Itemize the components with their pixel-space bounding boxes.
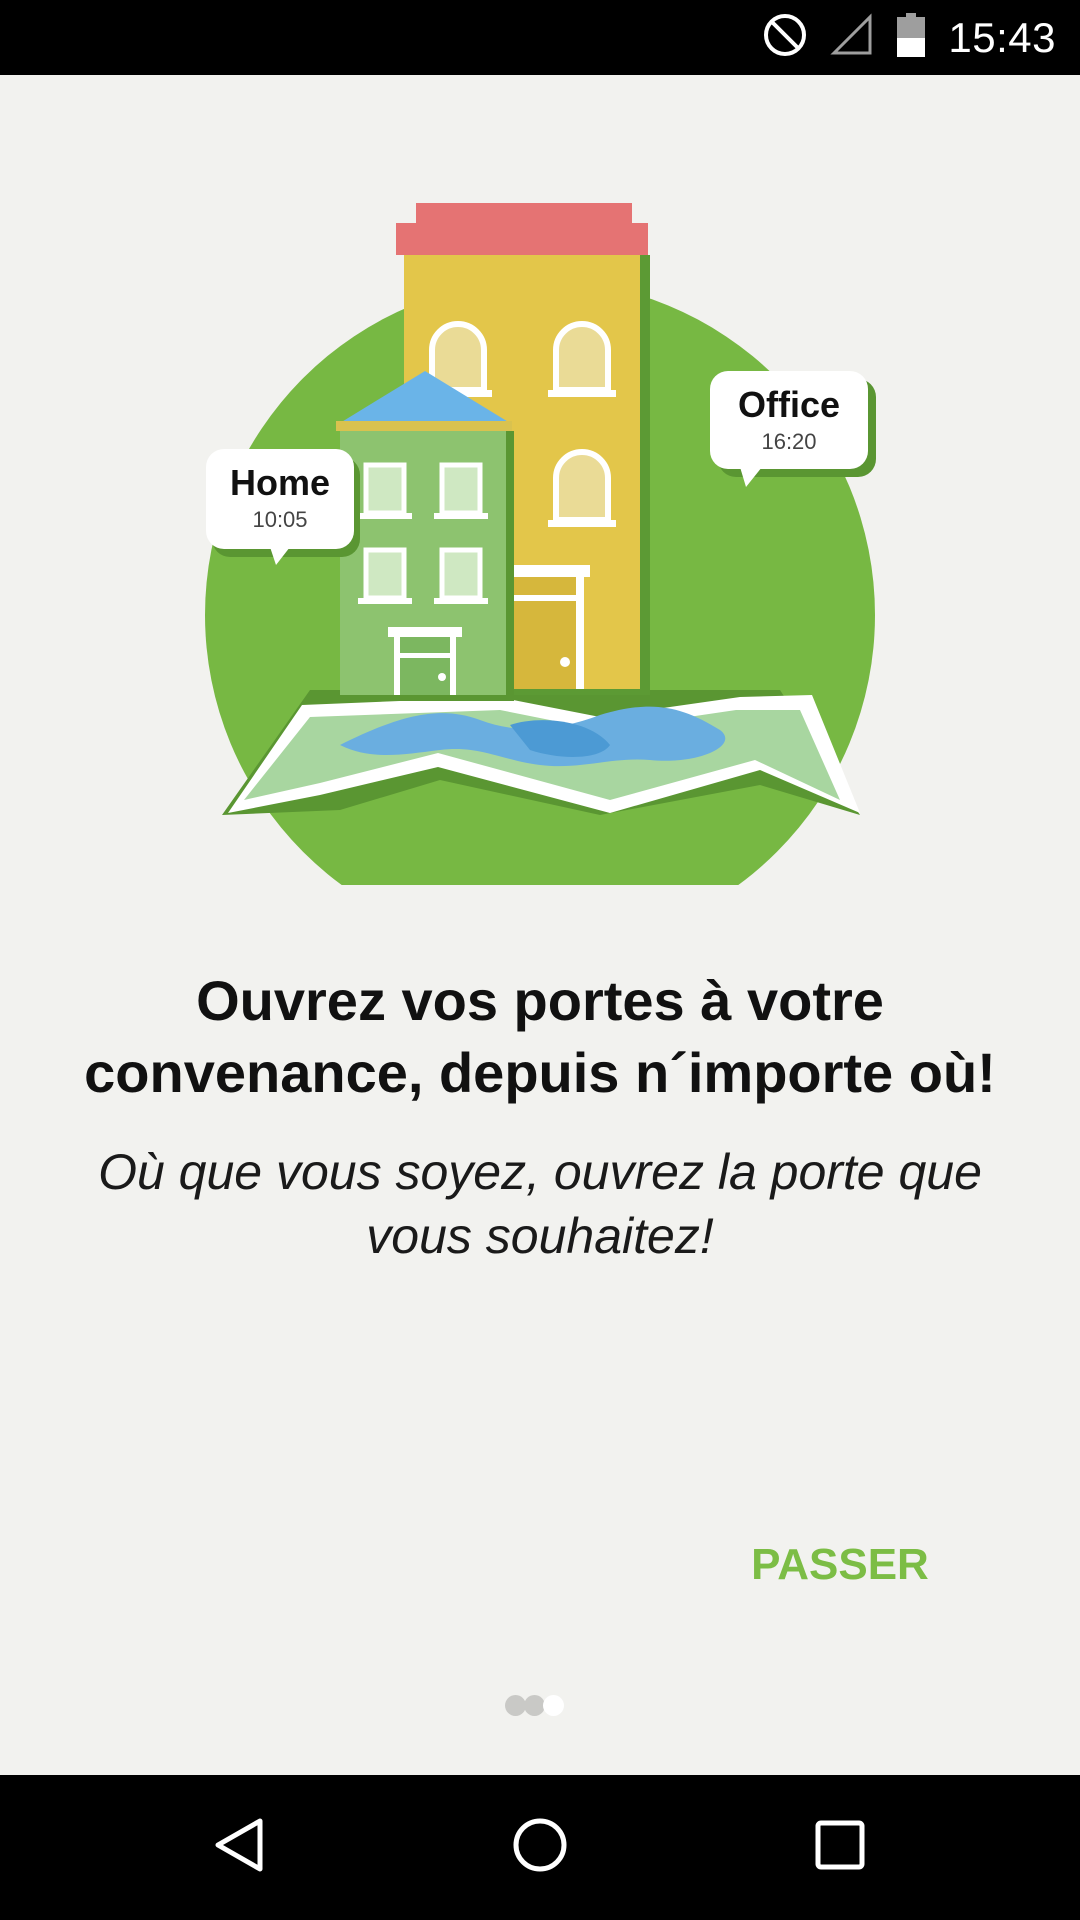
office-label: Office [737, 384, 841, 425]
recents-icon [810, 1815, 870, 1880]
home-time: 10:05 [252, 507, 308, 532]
navigation-bar [0, 1775, 1080, 1920]
signal-icon [830, 13, 874, 62]
battery-icon [896, 12, 926, 63]
page-dot[interactable] [505, 1695, 526, 1716]
do-not-disturb-icon [762, 12, 808, 63]
skip-button[interactable]: PASSER [720, 1525, 960, 1605]
back-icon [210, 1815, 270, 1880]
home-icon [510, 1815, 570, 1880]
onboarding-title: Ouvrez vos portes à votre convenance, de… [84, 969, 996, 1104]
status-bar: 15:43 [0, 0, 1080, 75]
page-dot[interactable] [524, 1695, 545, 1716]
buildings-illustration: Home 10:05 Office 16:20 [180, 145, 900, 950]
back-button[interactable] [160, 1775, 320, 1920]
page-indicator [505, 1695, 564, 1716]
office-time: 16:20 [761, 429, 817, 454]
onboarding-page: Home 10:05 Office 16:20 Ouvrez vos porte… [0, 75, 1080, 1775]
home-button[interactable] [460, 1775, 620, 1920]
recents-button[interactable] [760, 1775, 920, 1920]
onboarding-subtitle: Où que vous soyez, ouvrez la porte que v… [98, 1144, 982, 1264]
status-time: 15:43 [948, 13, 1056, 61]
status-icons: 15:43 [762, 0, 1056, 75]
home-label: Home [229, 462, 331, 503]
page-dot-active[interactable] [543, 1695, 564, 1716]
